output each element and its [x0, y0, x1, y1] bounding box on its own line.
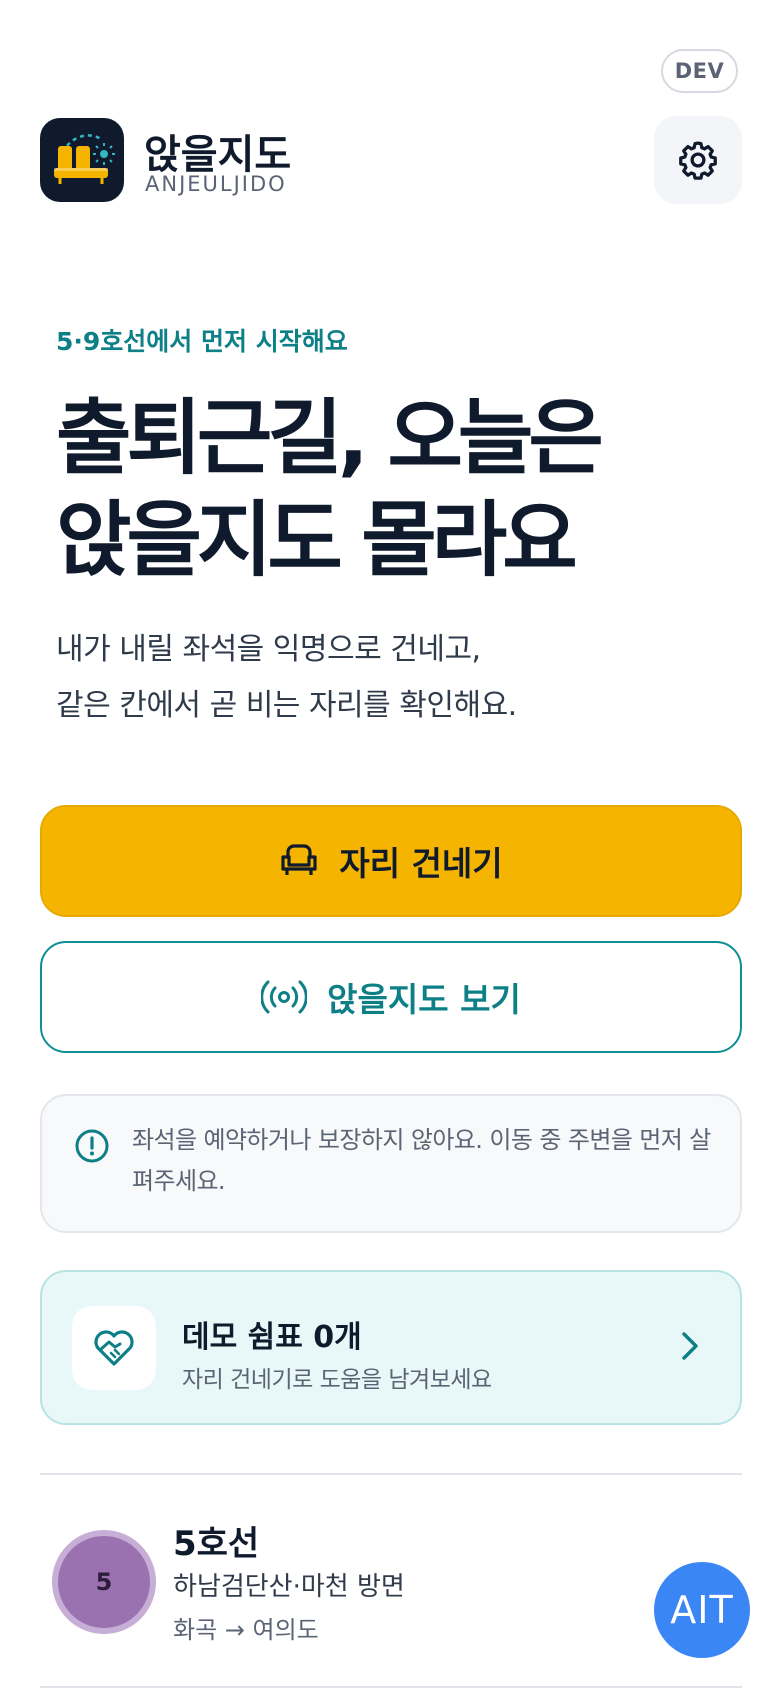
hero-title-line1: 출퇴근길, 오늘은 — [56, 391, 604, 486]
chevron-right-icon — [678, 1328, 702, 1368]
seat-logo-icon — [54, 134, 115, 184]
armchair-icon — [281, 844, 317, 875]
broadcast-icon — [261, 980, 308, 1014]
line-row[interactable]: 5 5호선 하남검단산·마천 방면 화곡 → 여의도 — [40, 1494, 742, 1684]
gear-icon — [679, 141, 717, 180]
hero-desc-line2: 같은 칸에서 곧 비는 자리를 확인해요. — [56, 688, 517, 723]
notice-text: 좌석을 예약하거나 보장하지 않아요. 이동 중 주변을 먼저 살펴주세요. — [132, 1126, 711, 1195]
give-seat-label: 자리 건네기 — [339, 844, 503, 883]
hero-title: 출퇴근길, 오늘은 앉을지도 몰라요 — [56, 388, 604, 592]
line-badge: 5 — [52, 1530, 156, 1634]
line-direction: 하남검단산·마천 방면 — [173, 1572, 405, 1602]
view-map-button[interactable]: 앉을지도 보기 — [40, 941, 742, 1053]
hero-eyebrow: 5·9호선에서 먼저 시작해요 — [56, 327, 348, 356]
view-map-label: 앉을지도 보기 — [327, 980, 521, 1019]
rest-subtitle: 자리 건네기로 도움을 남겨보세요 — [182, 1367, 492, 1393]
hero-description: 내가 내릴 좌석을 익명으로 건네고, 같은 칸에서 곧 비는 자리를 확인해요… — [56, 622, 517, 734]
settings-button[interactable] — [654, 116, 742, 204]
safety-notice: 좌석을 예약하거나 보장하지 않아요. 이동 중 주변을 먼저 살펴주세요. — [40, 1094, 742, 1233]
rest-icon-container — [72, 1306, 156, 1390]
line-name: 5호선 — [173, 1524, 260, 1564]
rest-points-card[interactable]: 데모 쉼표 0개 자리 건네기로 도움을 남겨보세요 — [40, 1270, 742, 1425]
give-seat-button[interactable]: 자리 건네기 — [40, 805, 742, 917]
divider — [40, 1473, 742, 1475]
hero-title-line2: 앉을지도 몰라요 — [56, 493, 578, 588]
app-logo — [40, 118, 124, 202]
line-route: 화곡 → 여의도 — [173, 1616, 319, 1644]
dev-badge: DEV — [661, 49, 738, 93]
hero-desc-line1: 내가 내릴 좌석을 익명으로 건네고, — [56, 632, 481, 667]
heart-hand-icon — [94, 1330, 134, 1366]
info-circle-icon — [74, 1128, 110, 1168]
rest-title: 데모 쉼표 0개 — [182, 1320, 362, 1355]
app-subtitle: ANJEULJIDO — [145, 172, 287, 196]
ait-fab-button[interactable]: AIT — [654, 1562, 750, 1658]
